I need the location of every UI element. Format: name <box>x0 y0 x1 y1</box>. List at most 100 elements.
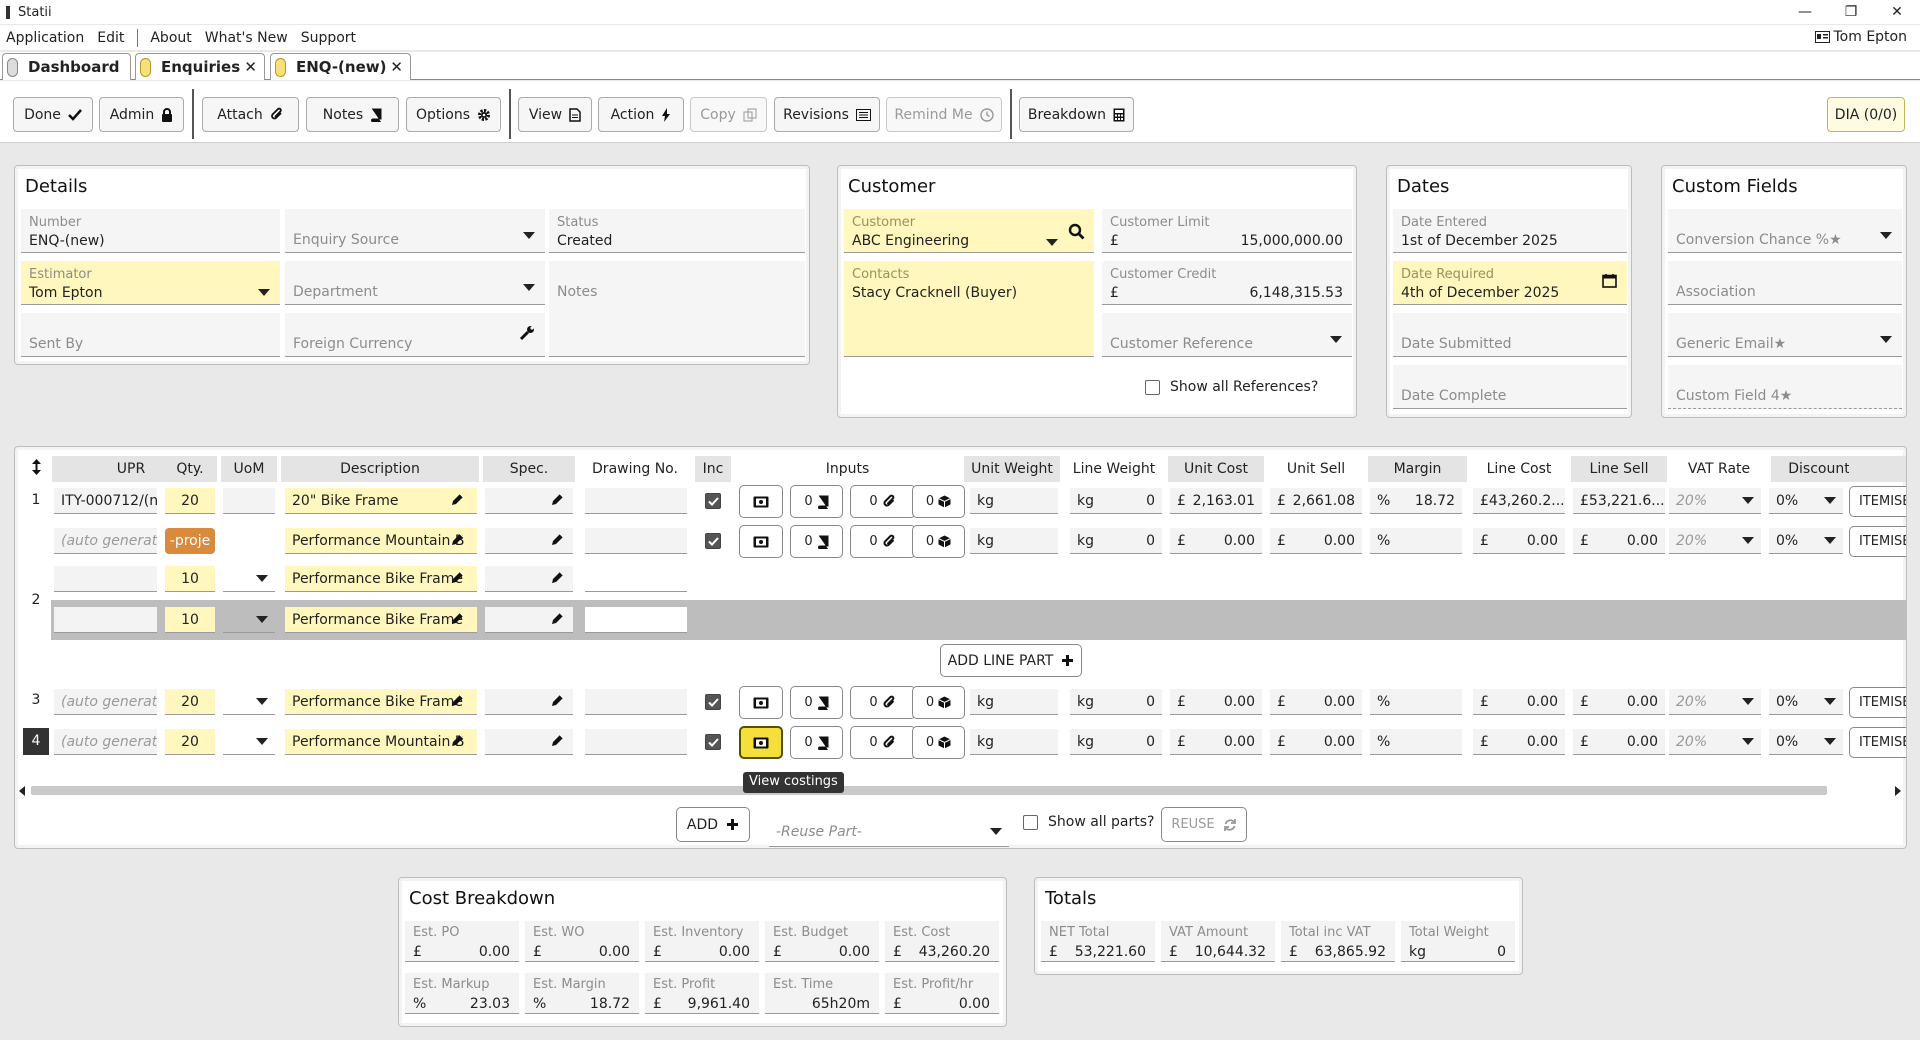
pencil-icon[interactable] <box>550 611 565 626</box>
vat-rate-select[interactable]: 20% <box>1669 528 1761 554</box>
restore-icon[interactable]: ❐ <box>1828 0 1874 24</box>
close-tab-icon[interactable]: ✕ <box>244 58 257 76</box>
horizontal-scrollbar[interactable] <box>19 785 1901 796</box>
stock-count-button[interactable]: 0 <box>912 686 965 719</box>
copy-button[interactable]: Copy <box>690 97 767 132</box>
attachments-count-button[interactable]: 0 <box>850 485 916 518</box>
edit-description-icon[interactable] <box>450 733 465 748</box>
drawing-number-input[interactable] <box>585 689 687 715</box>
pencil-icon[interactable] <box>450 693 465 708</box>
number-field[interactable]: Number ENQ-(new) <box>21 209 280 253</box>
action-button[interactable]: Action <box>598 97 684 132</box>
uom-select[interactable] <box>223 488 275 514</box>
edit-description-icon[interactable] <box>450 693 465 708</box>
view-costings-button[interactable] <box>739 485 783 518</box>
description-input[interactable]: Performance Mountain B <box>285 528 477 554</box>
drawing-number-input[interactable] <box>585 528 687 554</box>
foreign-currency-field[interactable]: Foreign Currency <box>285 313 545 357</box>
admin-button[interactable]: Admin <box>99 97 184 132</box>
row-number[interactable]: 3 <box>23 692 49 708</box>
pencil-icon[interactable] <box>550 733 565 748</box>
customer-reference-select[interactable]: Customer Reference <box>1102 313 1352 357</box>
attachments-count-button[interactable]: 0 <box>850 525 916 558</box>
edit-description-icon[interactable] <box>450 492 465 507</box>
unit-cost-input[interactable]: £2,163.01 <box>1170 488 1262 514</box>
tab-dashboard[interactable]: Dashboard <box>2 53 131 80</box>
margin-input[interactable]: % <box>1370 689 1462 715</box>
row-number[interactable]: 1 <box>23 492 49 508</box>
pencil-icon[interactable] <box>550 492 565 507</box>
pencil-icon[interactable] <box>450 611 465 626</box>
include-checkbox[interactable] <box>705 493 721 509</box>
include-checkbox[interactable] <box>705 533 721 549</box>
upr-input[interactable]: ITY-000712/(n <box>54 488 157 514</box>
upr-input[interactable] <box>54 566 157 592</box>
drawing-number-input[interactable] <box>585 488 687 514</box>
show-all-parts-checkbox[interactable] <box>1023 814 1038 830</box>
show-all-parts[interactable]: Show all parts? <box>1023 814 1154 830</box>
unit-cost-input[interactable]: £0.00 <box>1170 689 1262 715</box>
uom-select[interactable] <box>223 566 275 592</box>
edit-description-icon[interactable] <box>450 611 465 626</box>
remind-me-button[interactable]: Remind Me <box>886 97 1002 132</box>
quantity-input[interactable]: 20 <box>165 488 215 514</box>
uom-select[interactable] <box>223 607 275 633</box>
resize-rows-handle[interactable] <box>31 459 42 475</box>
notes-textarea[interactable]: Notes <box>549 261 805 357</box>
edit-description-icon[interactable] <box>450 532 465 547</box>
sent-by-field[interactable]: Sent By <box>21 313 280 357</box>
include-checkbox[interactable] <box>705 734 721 750</box>
date-submitted-field[interactable]: Date Submitted <box>1393 313 1627 357</box>
unit-sell-input[interactable]: £0.00 <box>1270 528 1362 554</box>
close-window-icon[interactable]: ✕ <box>1874 0 1920 24</box>
calendar-icon[interactable] <box>1602 273 1617 288</box>
itemise-button[interactable]: ITEMISE <box>1849 486 1906 517</box>
date-required-field[interactable]: Date Required 4th of December 2025 <box>1393 261 1627 305</box>
menu-about[interactable]: About <box>150 30 191 46</box>
show-references-checkbox[interactable] <box>1145 379 1160 395</box>
unit-sell-input[interactable]: £0.00 <box>1270 689 1362 715</box>
wrench-icon[interactable] <box>519 325 535 341</box>
include-checkbox[interactable] <box>705 694 721 710</box>
view-costings-button[interactable] <box>739 525 783 558</box>
search-icon[interactable] <box>1068 223 1085 240</box>
description-input[interactable]: Performance Bike Frame <box>285 566 477 592</box>
notes-count-button[interactable]: 0 <box>790 525 843 558</box>
margin-input[interactable]: % <box>1370 528 1462 554</box>
tab-enq-new[interactable]: ENQ-(new) ✕ <box>270 53 411 80</box>
pencil-icon[interactable] <box>450 733 465 748</box>
scrollbar-thumb[interactable] <box>31 786 1827 795</box>
conversion-chance-select[interactable]: Conversion Chance %★ <box>1668 209 1902 253</box>
edit-spec-icon[interactable] <box>550 532 565 547</box>
vat-rate-select[interactable]: 20% <box>1669 729 1761 755</box>
unit-weight-input[interactable]: kg <box>970 689 1058 715</box>
attach-button[interactable]: Attach <box>202 97 299 132</box>
drawing-number-input[interactable] <box>585 729 687 755</box>
upr-input[interactable] <box>54 607 157 633</box>
attachments-count-button[interactable]: 0 <box>850 726 916 759</box>
row-number[interactable]: 2 <box>23 592 49 608</box>
description-input[interactable]: Performance Bike Frame <box>285 689 477 715</box>
edit-spec-icon[interactable] <box>550 492 565 507</box>
itemise-button[interactable]: ITEMISE <box>1849 526 1906 557</box>
minimize-icon[interactable]: — <box>1782 0 1828 24</box>
enquiry-source-select[interactable]: Enquiry Source <box>285 209 545 253</box>
description-input[interactable]: Performance Bike Frame <box>285 607 477 633</box>
discount-select[interactable]: 0% <box>1769 729 1843 755</box>
custom-field-4[interactable]: Custom Field 4★ <box>1668 365 1902 409</box>
itemise-button[interactable]: ITEMISE <box>1849 727 1906 758</box>
edit-spec-icon[interactable] <box>550 570 565 585</box>
dia-button[interactable]: DIA (0/0) <box>1827 97 1905 132</box>
notes-count-button[interactable]: 0 <box>790 726 843 759</box>
upr-input[interactable]: (auto generat <box>54 729 157 755</box>
edit-description-icon[interactable] <box>450 570 465 585</box>
contacts-field[interactable]: Contacts Stacy Cracknell (Buyer) <box>844 261 1094 357</box>
customer-select[interactable]: Customer ABC Engineering <box>844 209 1094 253</box>
unit-weight-input[interactable]: kg <box>970 488 1058 514</box>
revisions-button[interactable]: Revisions <box>774 97 880 132</box>
attachments-count-button[interactable]: 0 <box>850 686 916 719</box>
unit-weight-input[interactable]: kg <box>970 528 1058 554</box>
unit-cost-input[interactable]: £0.00 <box>1170 729 1262 755</box>
user-menu[interactable]: Tom Epton <box>1814 29 1907 45</box>
description-input[interactable]: 20" Bike Frame <box>285 488 477 514</box>
